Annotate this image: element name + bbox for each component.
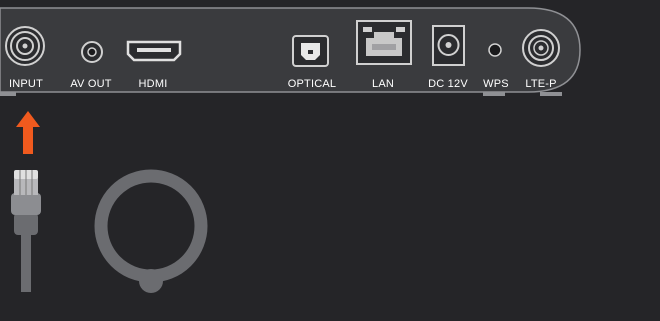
diagram-canvas [0, 7, 581, 293]
up-arrow-icon [16, 111, 40, 154]
port-label-lan: LAN [372, 78, 394, 90]
connection-diagram: INPUT AV OUT HDMI OPTICAL LAN DC 12V WPS… [0, 0, 660, 321]
port-label-hdmi: HDMI [138, 78, 168, 90]
panel-foot-left [0, 92, 16, 96]
coax-cable-connector-icon [11, 170, 41, 292]
hdmi-port-icon[interactable] [126, 40, 182, 62]
port-label-optical: OPTICAL [287, 78, 337, 90]
port-label-av-out: AV OUT [70, 78, 112, 90]
port-label-wps: WPS [483, 78, 509, 90]
port-label-input: INPUT [9, 78, 43, 90]
coax-f-connector-icon[interactable] [5, 26, 45, 66]
av-jack-icon[interactable] [81, 41, 103, 63]
wps-button-icon[interactable] [488, 43, 502, 57]
optical-port-icon[interactable] [292, 35, 329, 67]
ethernet-port-icon[interactable] [356, 20, 412, 65]
dc-power-jack-icon[interactable] [432, 25, 465, 66]
panel-foot-right-2 [540, 92, 562, 96]
port-label-lte-p: LTE-P [525, 78, 557, 90]
port-label-dc-12v: DC 12V [428, 78, 468, 90]
sma-antenna-connector-icon[interactable] [522, 29, 560, 67]
cable-loop-icon [94, 169, 208, 293]
panel-foot-right [483, 92, 505, 96]
